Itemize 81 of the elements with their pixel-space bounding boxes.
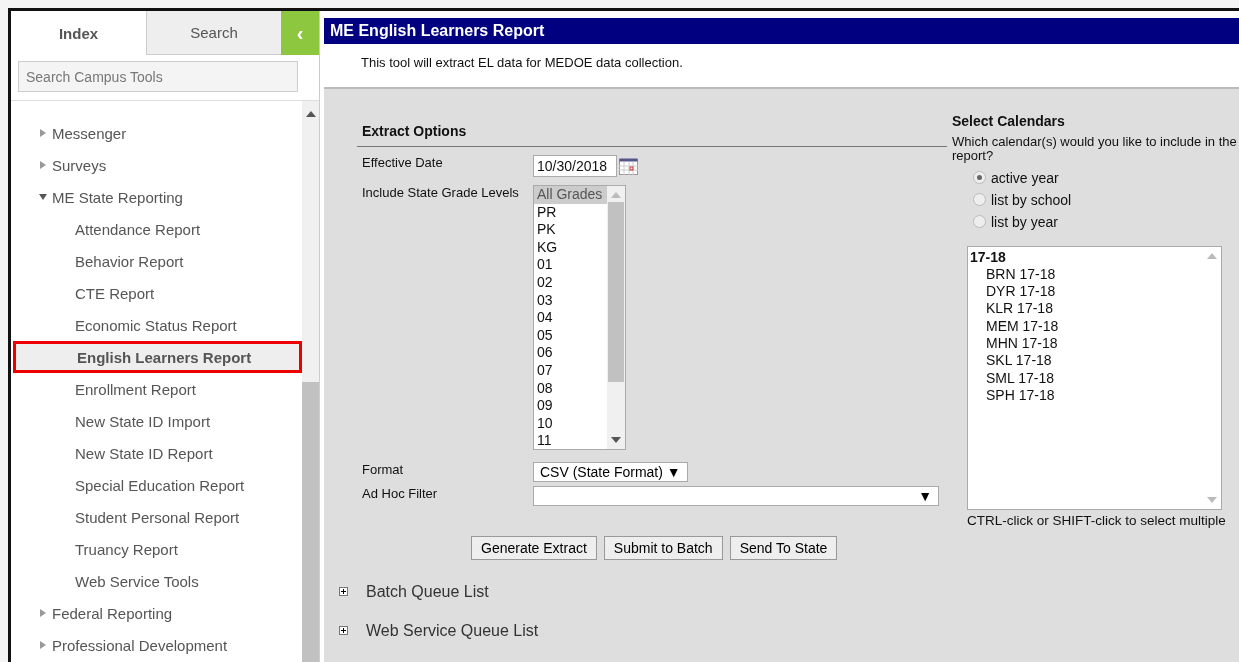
section-heading: Select Calendars: [952, 113, 1066, 129]
list-option[interactable]: 06: [534, 344, 607, 362]
calendar-list[interactable]: 17-18 BRN 17-18 DYR 17-18 KLR 17-18 MEM 17-18 MHN 17-18 SKL 17-18 SML 17-18 SPH 17-18: [967, 245, 1222, 510]
caret-right-icon: [39, 161, 47, 169]
section-link[interactable]: Web Service Queue List: [366, 621, 539, 640]
tree-item[interactable]: Special Education Report: [11, 469, 302, 501]
list-group-label: 17-18: [970, 248, 1007, 266]
caret-right-icon: [39, 129, 47, 137]
field-label: Effective Date: [362, 155, 444, 170]
tree-item[interactable]: Student Personal Report: [11, 501, 302, 533]
radio-label: list by school: [991, 191, 1072, 208]
hint-text: CTRL-click or SHIFT-click to select multiple: [967, 512, 1227, 528]
scrollbar-thumb[interactable]: [608, 202, 624, 382]
list-option[interactable]: 07: [534, 361, 607, 380]
list-option[interactable]: SML 17-18: [970, 369, 1201, 387]
list-option[interactable]: 04: [534, 309, 607, 327]
grade-list[interactable]: All Grades PR PK KG 01 02 03 04 05 06 07 08 09 10 11: [533, 185, 626, 450]
list-option[interactable]: DYR 17-18: [970, 283, 1201, 301]
list-option[interactable]: SKL 17-18: [970, 352, 1201, 370]
caret-right-icon: [39, 609, 47, 617]
list-option[interactable]: MHN 17-18: [970, 335, 1201, 353]
radio-label: active year: [991, 169, 1059, 186]
tree-item[interactable]: English Learners Report: [13, 341, 302, 373]
list-option[interactable]: 11: [534, 432, 607, 449]
expand-icon[interactable]: [339, 626, 348, 635]
tree-item[interactable]: New State ID Import: [11, 405, 302, 437]
action-button[interactable]: Send To State: [729, 536, 838, 560]
field-label: Format: [362, 462, 405, 477]
action-button[interactable]: Submit to Batch: [603, 536, 723, 560]
tree-folder[interactable]: Federal Reporting: [11, 597, 302, 629]
scroll-down-icon[interactable]: [611, 437, 621, 443]
tree-item[interactable]: Behavior Report: [11, 245, 302, 277]
list-option[interactable]: 03: [534, 291, 607, 310]
format-dropdown[interactable]: CSV (State Format) ▼: [533, 462, 688, 482]
expand-icon[interactable]: [339, 587, 348, 596]
radio-button[interactable]: [973, 215, 986, 229]
tree-folder[interactable]: Messenger: [11, 117, 302, 149]
list-option[interactable]: PK: [534, 221, 607, 239]
radio-label: list by year: [991, 213, 1058, 230]
action-button[interactable]: Generate Extract: [471, 536, 597, 560]
list-option[interactable]: BRN 17-18: [970, 265, 1201, 284]
caret-down-icon: [39, 193, 47, 201]
filter-dropdown[interactable]: ▼: [533, 486, 939, 506]
tree-item[interactable]: CTE Report: [11, 277, 302, 309]
tree-item[interactable]: Truancy Report: [11, 533, 302, 565]
caret-right-icon: [39, 641, 47, 649]
list-option[interactable]: 01: [534, 256, 607, 274]
list-option[interactable]: KLR 17-18: [970, 300, 1201, 318]
description-text: This tool will extract EL data for MEDOE data collection.: [361, 55, 683, 70]
scrollbar-thumb[interactable]: [302, 382, 319, 662]
list-option[interactable]: 09: [534, 397, 607, 415]
field-label: Ad Hoc Filter: [362, 486, 439, 501]
tree-item[interactable]: Web Service Tools: [11, 565, 302, 597]
list-option[interactable]: All Grades: [534, 186, 607, 204]
question-text: Which calendar(s) would you like to include in the report?: [952, 135, 1237, 164]
tree-item[interactable]: Economic Status Report: [11, 309, 302, 341]
list-option[interactable]: 02: [534, 273, 607, 292]
list-option[interactable]: 10: [534, 414, 607, 433]
tree-folder[interactable]: Surveys: [11, 149, 302, 181]
section-heading: Extract Options: [357, 113, 947, 147]
section-link[interactable]: Batch Queue List: [366, 582, 489, 601]
list-option[interactable]: 08: [534, 379, 607, 398]
field-label: Include State Grade Levels: [362, 185, 520, 200]
tree-folder[interactable]: Professional Development: [11, 629, 302, 661]
list-option[interactable]: SPH 17-18: [970, 386, 1201, 405]
tree-item[interactable]: Attendance Report: [11, 213, 302, 245]
tree-folder[interactable]: ME State Reporting: [11, 181, 302, 213]
scroll-up-icon[interactable]: [305, 111, 316, 117]
tree-item[interactable]: Enrollment Report: [11, 373, 302, 405]
date-field[interactable]: 10/30/2018: [533, 155, 617, 177]
sidebar-tab[interactable]: Search: [146, 11, 281, 55]
list-option[interactable]: 05: [534, 326, 607, 345]
calendar-icon[interactable]: [619, 157, 638, 175]
search-field[interactable]: Search Campus Tools: [18, 61, 298, 92]
list-option[interactable]: MEM 17-18: [970, 317, 1201, 336]
radio-button[interactable]: [973, 193, 986, 207]
list-option[interactable]: KG: [534, 238, 607, 257]
window-title: ME English Learners Report: [324, 18, 1239, 44]
radio-button[interactable]: [973, 171, 986, 185]
tree-item[interactable]: New State ID Report: [11, 437, 302, 469]
list-option[interactable]: PR: [534, 203, 607, 222]
